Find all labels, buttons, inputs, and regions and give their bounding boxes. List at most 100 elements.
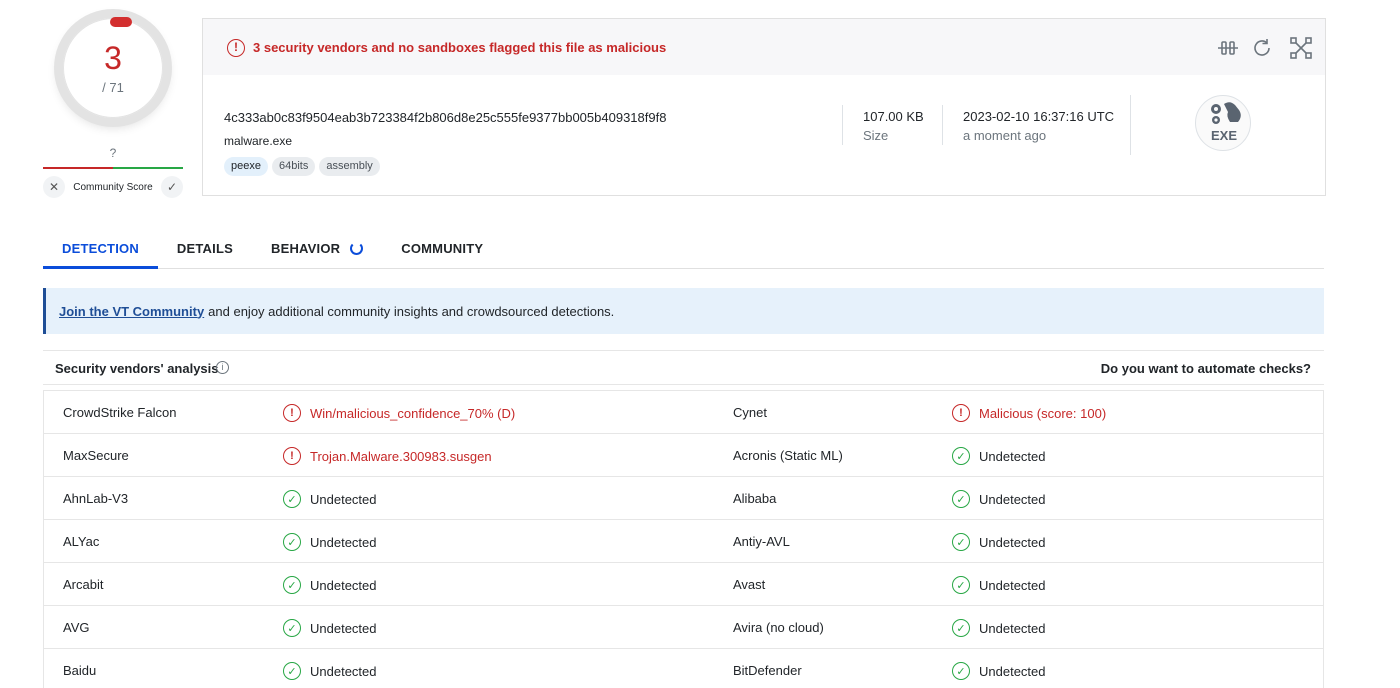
- tab-label: DETECTION: [62, 240, 139, 256]
- compare-icon[interactable]: [1217, 37, 1239, 59]
- vendors-analysis-header: Security vendors' analysis i Do you want…: [43, 350, 1324, 385]
- check-circle-icon: ✓: [952, 447, 970, 465]
- divider: [942, 105, 943, 145]
- table-row: Baidu ✓ Undetected BitDefender ✓ Undetected: [44, 649, 1323, 688]
- table-row: Arcabit ✓ Undetected Avast ✓ Undetected: [44, 563, 1323, 606]
- vendor-name: AhnLab-V3: [63, 491, 129, 506]
- table-row: AVG ✓ Undetected Avira (no cloud) ✓ Undetecte…: [44, 606, 1323, 649]
- vendor-result: ✓ Undetected: [283, 576, 377, 594]
- table-row: MaxSecure! Trojan.Malware.300983.susgen Ac…: [44, 434, 1323, 477]
- alert-icon: !: [283, 447, 301, 465]
- file-tag[interactable]: peexe: [224, 157, 268, 176]
- detection-score-widget: 3 / 71 ? ✕ Community Score ✓: [43, 12, 183, 202]
- vendor-result-label: Undetected: [979, 577, 1046, 593]
- vendor-result-label: Win/malicious_confidence_70% (D): [310, 405, 516, 421]
- vendor-result-label: Undetected: [979, 491, 1046, 507]
- alert-message: 3 security vendors and no sandboxes flag…: [253, 40, 667, 55]
- graph-icon[interactable]: [1290, 37, 1312, 59]
- file-type-label: EXE: [1210, 128, 1237, 143]
- file-hash[interactable]: 4c333ab0c83f9504eab3b723384f2b806d8e25c5…: [224, 110, 666, 125]
- community-score-row: ✕ Community Score ✓: [43, 176, 183, 198]
- vendor-name: Arcabit: [63, 577, 104, 592]
- engine-total: / 71: [102, 80, 124, 95]
- analysis-date-value: 2023-02-10 16:37:16 UTC: [963, 109, 1115, 124]
- vendor-result: ✓ Undetected: [952, 576, 1046, 594]
- info-icon[interactable]: i: [216, 361, 229, 374]
- file-tag[interactable]: 64bits: [271, 157, 316, 176]
- community-score-bar-positive: [113, 167, 183, 169]
- file-type-badge: EXE: [1195, 95, 1251, 151]
- vendor-result-label: Undetected: [310, 577, 377, 593]
- vendor-name: Antiy-AVL: [733, 534, 790, 549]
- tab-label: BEHAVIOR: [270, 240, 341, 256]
- table-row: AhnLab-V3 ✓ Undetected Alibaba ✓ Undetected: [44, 477, 1323, 520]
- tab-community[interactable]: COMMUNITY: [382, 228, 502, 268]
- tab-details[interactable]: DETAILS: [158, 228, 252, 268]
- vendor-result-label: Undetected: [979, 663, 1046, 679]
- tab-label: DETAILS: [176, 240, 233, 256]
- section-title: Security vendors' analysis: [55, 361, 219, 376]
- check-circle-icon: ✓: [952, 490, 970, 508]
- file-summary-card: ! 3 security vendors and no sandboxes fl…: [202, 18, 1326, 196]
- score-ring-detections-arc: [110, 17, 132, 27]
- alert-icon: !: [283, 404, 301, 422]
- check-circle-icon: ✓: [952, 576, 970, 594]
- check-icon: ✓: [166, 180, 178, 194]
- community-score-label: Community Score: [73, 181, 153, 193]
- vendor-result-label: Undetected: [310, 620, 377, 636]
- alert-bar: ! 3 security vendors and no sandboxes fl…: [203, 19, 1325, 75]
- check-circle-icon: ✓: [283, 662, 301, 680]
- alert-icon: !: [227, 39, 245, 57]
- close-icon: ✕: [48, 180, 60, 194]
- check-circle-icon: ✓: [952, 662, 970, 680]
- vendors-table: CrowdStrike Falcon! Win/malicious_confide…: [43, 390, 1324, 688]
- check-circle-icon: ✓: [952, 533, 970, 551]
- vendor-name: Alibaba: [733, 491, 777, 506]
- vendor-result: ✓ Undetected: [952, 490, 1046, 508]
- table-row: CrowdStrike Falcon! Win/malicious_confide…: [44, 391, 1323, 434]
- join-community-link[interactable]: Join the VT Community: [59, 304, 204, 319]
- check-circle-icon: ✓: [283, 533, 301, 551]
- detection-count: 3: [104, 40, 122, 76]
- vendor-result-label: Undetected: [310, 534, 377, 550]
- vendor-result: ✓ Undetected: [283, 490, 377, 508]
- vendor-result: ! Trojan.Malware.300983.susgen: [283, 447, 492, 465]
- vendor-result-label: Trojan.Malware.300983.susgen: [310, 448, 492, 464]
- check-circle-icon: ✓: [952, 619, 970, 637]
- vendor-result: ✓ Undetected: [952, 619, 1046, 637]
- file-tags: peexe 64bits assembly: [224, 157, 380, 176]
- vendor-result: ✓ Undetected: [283, 619, 377, 637]
- vote-harmful-button[interactable]: ✕: [43, 176, 65, 198]
- analysis-date-relative: a moment ago: [963, 128, 1047, 143]
- alert-icon: !: [952, 404, 970, 422]
- vendor-result-label: Undetected: [979, 620, 1046, 636]
- vendor-name: Acronis (Static ML): [733, 448, 843, 463]
- loading-spinner-icon: [350, 241, 364, 255]
- reanalyze-icon[interactable]: [1251, 37, 1273, 59]
- file-size-value: 107.00 KB: [863, 109, 924, 124]
- check-circle-icon: ✓: [283, 576, 301, 594]
- vendor-result: ! Win/malicious_confidence_70% (D): [283, 404, 515, 422]
- banner-text: and enjoy additional community insights …: [208, 303, 615, 319]
- tab-behavior[interactable]: BEHAVIOR: [252, 228, 382, 268]
- vendor-name: ALYac: [63, 534, 100, 549]
- file-size-label: Size: [863, 128, 889, 143]
- vendor-name: MaxSecure: [63, 448, 129, 463]
- divider: [1130, 95, 1131, 155]
- automate-checks-link[interactable]: Do you want to automate checks?: [1101, 361, 1311, 376]
- vote-harmless-button[interactable]: ✓: [161, 176, 183, 198]
- vendor-result-label: Undetected: [979, 534, 1046, 550]
- divider: [842, 105, 843, 145]
- vendor-name: Avast: [733, 577, 766, 592]
- community-score-value: ?: [109, 146, 117, 160]
- table-row: ALYac ✓ Undetected Antiy-AVL ✓ Undetected: [44, 520, 1323, 563]
- check-circle-icon: ✓: [283, 490, 301, 508]
- tab-detection[interactable]: DETECTION: [43, 228, 158, 269]
- vendor-name: CrowdStrike Falcon: [63, 405, 177, 420]
- file-tag[interactable]: assembly: [319, 157, 380, 176]
- vendor-name: BitDefender: [733, 663, 802, 678]
- vendor-name: Cynet: [733, 405, 767, 420]
- vendor-result: ! Malicious (score: 100): [952, 404, 1106, 422]
- vendor-name: Baidu: [63, 663, 97, 678]
- vendor-result: ✓ Undetected: [952, 662, 1046, 680]
